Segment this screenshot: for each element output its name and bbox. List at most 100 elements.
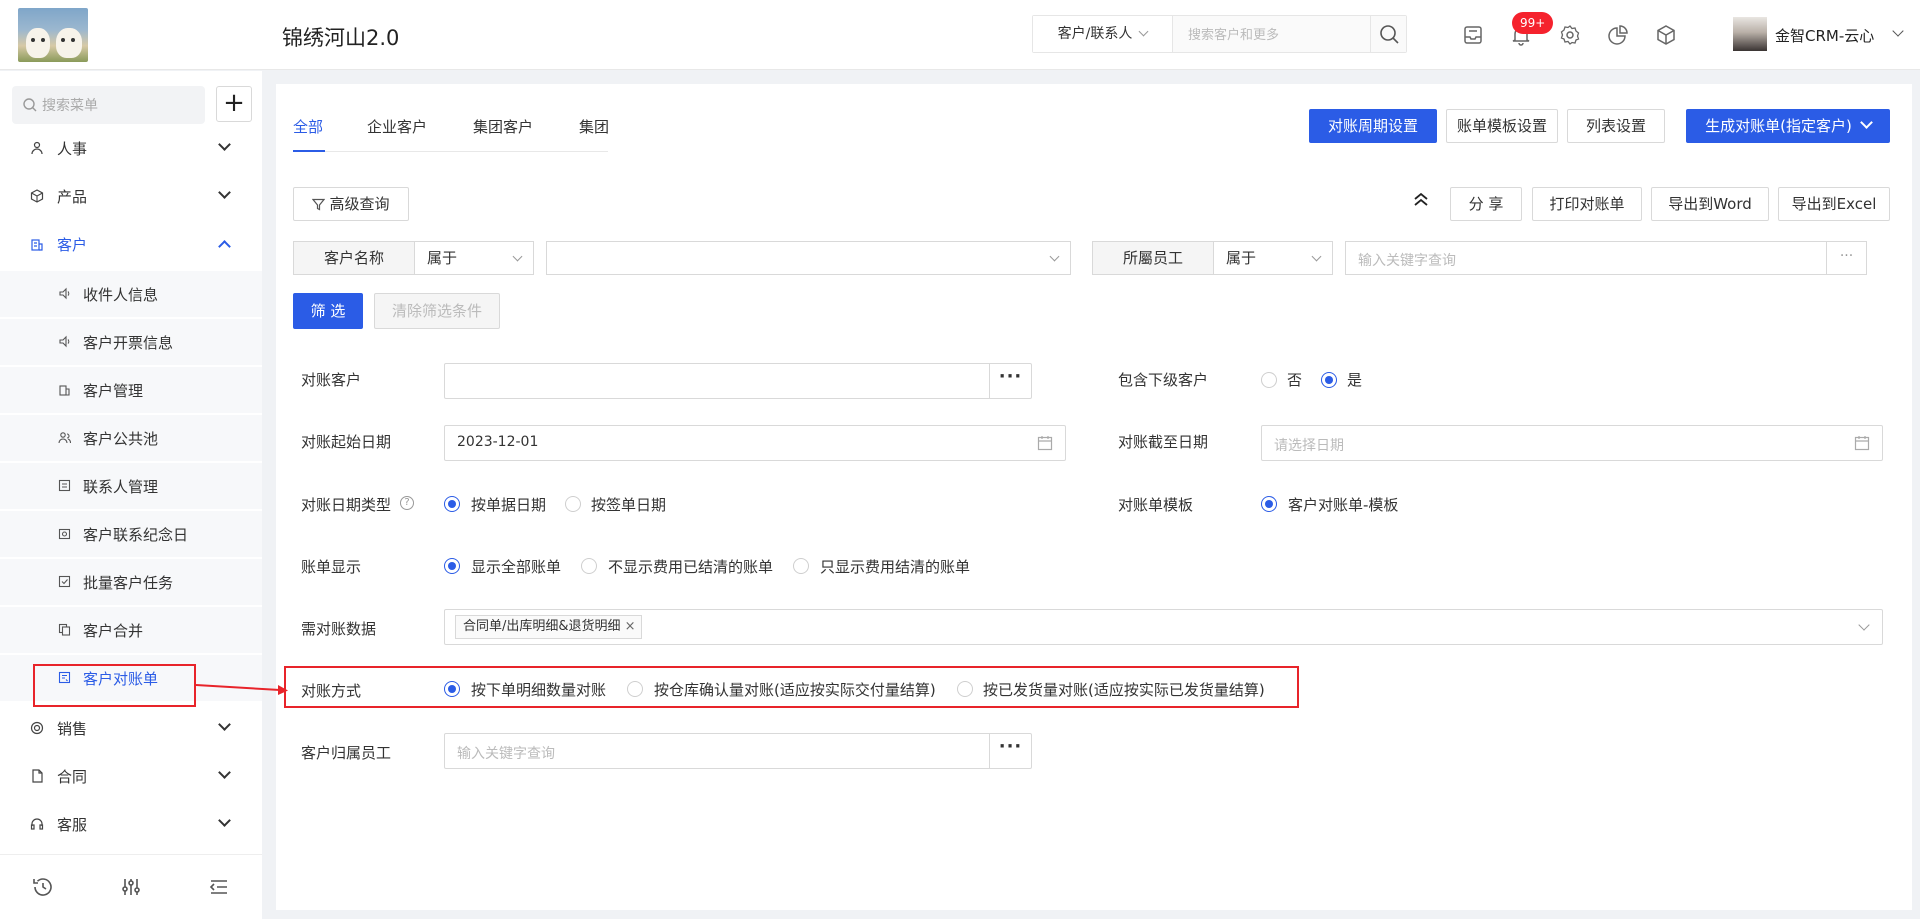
sidebar-subitem-label: 客户联系纪念日 (83, 526, 189, 544)
sidebar-subitem-recipient[interactable]: 收件人信息 (0, 271, 262, 317)
sidebar-subitem-batch-task[interactable]: 批量客户任务 (0, 559, 262, 605)
data-select[interactable]: 合同单/出库明细&退货明细 × (444, 609, 1883, 645)
customer-name-operator-select[interactable]: 属于 (414, 241, 534, 275)
filter-button[interactable]: 筛 选 (293, 293, 363, 329)
date-type-sign-radio[interactable] (565, 496, 581, 512)
tab-enterprise-customers[interactable]: 企业客户 (367, 116, 427, 137)
top-header: 锦绣河山2.0 客户/联系人 99+ 金智CRM-云心 (0, 0, 1920, 70)
avatar[interactable] (1733, 17, 1767, 51)
collapse-menu-icon[interactable] (207, 875, 231, 899)
sidebar-item-label: 客服 (57, 816, 88, 834)
method-order-qty-radio[interactable] (444, 681, 460, 697)
recon-customer-label: 对账客户 (301, 371, 362, 389)
gear-icon[interactable] (1559, 24, 1581, 46)
tab-divider (293, 151, 608, 152)
more-button[interactable]: ··· (989, 734, 1031, 768)
sidebar-subitem-label: 批量客户任务 (83, 574, 174, 592)
menu-search (12, 86, 205, 124)
tab-group-customers[interactable]: 集团客户 (473, 116, 533, 137)
sidebar-subitem-label: 客户管理 (83, 382, 144, 400)
end-date-field[interactable]: 请选择日期 (1261, 425, 1883, 461)
radio-label: 显示全部账单 (471, 558, 562, 576)
date-type-document-radio[interactable] (444, 496, 460, 512)
export-excel-button[interactable]: 导出到Excel (1778, 187, 1890, 221)
bill-display-label: 账单显示 (301, 558, 362, 576)
employee-keyword-input[interactable]: 输入关键字查询 ··· (1345, 241, 1867, 275)
template-settings-button[interactable]: 账单模板设置 (1446, 109, 1558, 143)
bill-display-hide-settled-radio[interactable] (581, 558, 597, 574)
employee-operator-select[interactable]: 属于 (1213, 241, 1333, 275)
template-radio[interactable] (1261, 496, 1277, 512)
method-label: 对账方式 (301, 682, 362, 700)
sidebar-item-product[interactable]: 产品 (0, 173, 262, 219)
customer-name-value-select[interactable] (546, 241, 1071, 275)
tab-all[interactable]: 全部 (293, 116, 323, 137)
chevron-down-icon (218, 766, 231, 779)
list-settings-button[interactable]: 列表设置 (1567, 109, 1665, 143)
bill-display-only-settled-radio[interactable] (793, 558, 809, 574)
chevron-down-icon (218, 186, 231, 199)
more-button[interactable]: ··· (1826, 242, 1866, 274)
sidebar-subitem-invoice-info[interactable]: 客户开票信息 (0, 319, 262, 365)
chevron-down-icon (218, 718, 231, 731)
start-date-field[interactable]: 2023-12-01 (444, 425, 1066, 461)
inbox-icon[interactable] (1462, 24, 1484, 46)
double-chevron-up-icon[interactable] (1412, 190, 1430, 208)
owner-label: 客户归属员工 (301, 744, 392, 762)
cube-icon[interactable] (1655, 24, 1677, 46)
sliders-icon[interactable] (119, 875, 143, 899)
sidebar-subitem-anniversary[interactable]: 客户联系纪念日 (0, 511, 262, 557)
pie-chart-icon[interactable] (1607, 24, 1629, 46)
method-warehouse-radio[interactable] (627, 681, 643, 697)
include-sub-yes-radio[interactable] (1321, 372, 1337, 388)
radio-label: 否 (1287, 371, 1303, 389)
sidebar-subitem-public-pool[interactable]: 客户公共池 (0, 415, 262, 461)
search-type-select[interactable]: 客户/联系人 (1033, 16, 1173, 52)
users-icon (58, 432, 71, 444)
building-icon (31, 239, 43, 251)
clear-filter-button[interactable]: 清除筛选条件 (374, 293, 500, 329)
chevron-down-icon (1858, 619, 1870, 631)
add-button[interactable]: + (216, 86, 252, 122)
chevron-down-icon[interactable] (1892, 25, 1904, 37)
include-sub-no-radio[interactable] (1261, 372, 1277, 388)
radio-label: 客户对账单-模板 (1288, 496, 1399, 514)
start-date-label: 对账起始日期 (301, 433, 392, 451)
user-name[interactable]: 金智CRM-云心 (1775, 25, 1874, 46)
more-button[interactable]: ··· (989, 364, 1031, 398)
headset-icon (30, 818, 44, 830)
close-icon[interactable]: × (625, 616, 636, 638)
help-icon[interactable]: ? (400, 496, 414, 510)
advanced-query-button[interactable]: 高级查询 (293, 187, 409, 221)
export-word-button[interactable]: 导出到Word (1651, 187, 1769, 221)
sidebar-item-sales[interactable]: 销售 (0, 705, 262, 751)
sidebar-subitem-customer-management[interactable]: 客户管理 (0, 367, 262, 413)
bill-display-all-radio[interactable] (444, 558, 460, 574)
menu-search-input[interactable] (42, 86, 197, 124)
sidebar-item-hr[interactable]: 人事 (0, 125, 262, 171)
document-icon (32, 769, 43, 783)
sidebar-subitem-contacts[interactable]: 联系人管理 (0, 463, 262, 509)
history-icon[interactable] (31, 875, 55, 899)
notification-badge: 99+ (1512, 12, 1554, 34)
radio-label: 不显示费用已结清的账单 (608, 558, 774, 576)
global-search-input[interactable] (1174, 16, 1372, 52)
method-shipped-radio[interactable] (957, 681, 973, 697)
sidebar-subitem-merge[interactable]: 客户合并 (0, 607, 262, 653)
share-button[interactable]: 分 享 (1450, 187, 1522, 221)
cycle-settings-button[interactable]: 对账周期设置 (1309, 109, 1437, 143)
print-statement-button[interactable]: 打印对账单 (1532, 187, 1642, 221)
chevron-down-icon (1049, 251, 1060, 262)
recon-customer-field[interactable]: ··· (444, 363, 1032, 399)
generate-statement-button[interactable]: 生成对账单(指定客户) (1686, 109, 1890, 143)
sidebar-item-service[interactable]: 客服 (0, 801, 262, 847)
tab-group[interactable]: 集团 (579, 116, 609, 137)
app-logo[interactable] (18, 8, 88, 62)
filter-icon (312, 198, 326, 211)
owner-field[interactable]: 输入关键字查询 ··· (444, 733, 1032, 769)
sidebar-item-label: 人事 (57, 140, 88, 158)
sidebar-item-contract[interactable]: 合同 (0, 753, 262, 799)
sidebar-item-customer[interactable]: 客户 (0, 221, 262, 267)
radio-label: 按单据日期 (471, 496, 547, 514)
search-button[interactable] (1370, 16, 1406, 52)
